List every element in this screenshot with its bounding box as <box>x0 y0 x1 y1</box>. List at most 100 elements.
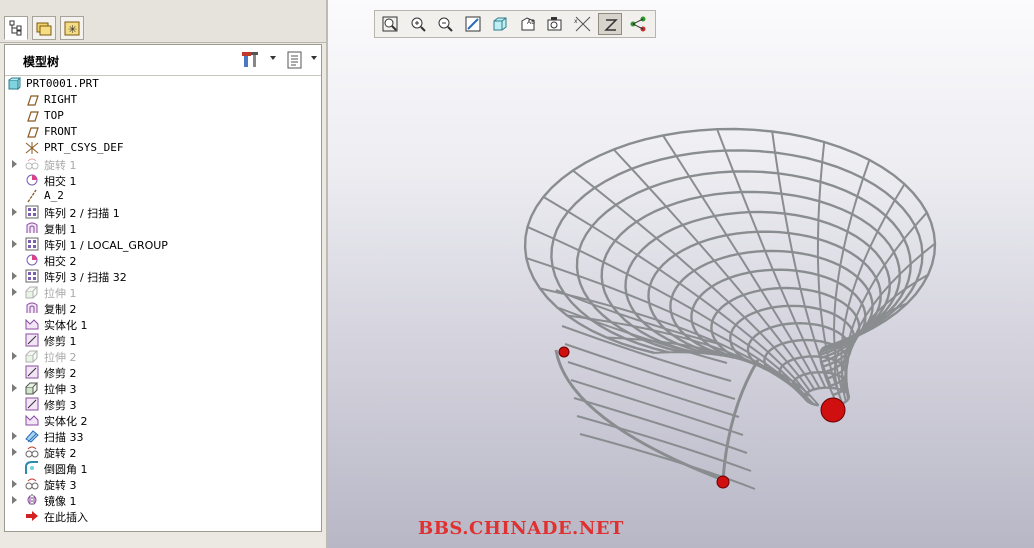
settings-tools-icon[interactable] <box>241 51 261 69</box>
tree-item[interactable]: 阵列 3 / 扫描 32 <box>5 268 321 284</box>
tree-item-label: 拉伸 3 <box>44 383 77 396</box>
tab-model-tree[interactable] <box>4 16 28 40</box>
tree-item[interactable]: PRT0001.PRT <box>5 76 321 92</box>
expand-arrow-icon[interactable] <box>12 496 17 504</box>
tree-item[interactable]: 复制 1 <box>5 220 321 236</box>
revolve-icon <box>25 446 39 458</box>
tree-item-label: 实体化 2 <box>44 415 88 428</box>
tab-favorites[interactable]: ✳ <box>60 16 84 40</box>
pattern-icon <box>25 269 39 283</box>
tree-item[interactable]: 修剪 1 <box>5 332 321 348</box>
tree-item[interactable]: 拉伸 3 <box>5 380 321 396</box>
tree-item[interactable]: 旋转 3 <box>5 476 321 492</box>
svg-text:✳: ✳ <box>68 23 77 36</box>
toolbar-button-repaint[interactable] <box>461 13 485 35</box>
model-tree-icon <box>9 20 22 36</box>
extrude-icon <box>25 382 39 395</box>
expand-arrow-icon[interactable] <box>12 272 17 280</box>
show-dropdown-caret[interactable] <box>311 56 317 60</box>
datum-plane-icon <box>27 127 39 138</box>
expand-arrow-icon[interactable] <box>12 448 17 456</box>
zoom-in-icon <box>411 17 426 32</box>
tree-item[interactable]: 相交 1 <box>5 172 321 188</box>
solidify-icon <box>25 318 39 330</box>
show-list-icon[interactable] <box>287 51 303 69</box>
datum-plane-icon <box>27 111 39 122</box>
expand-arrow-icon[interactable] <box>12 160 17 168</box>
extrude-icon <box>25 286 39 299</box>
tree-item-label: A_2 <box>44 189 64 202</box>
tree-item-label: 实体化 1 <box>44 319 88 332</box>
refit-icon <box>382 16 398 32</box>
model-tree-header: 模型树 <box>5 45 321 76</box>
toolbar-button-datum-display[interactable]: x <box>571 13 595 35</box>
tree-item[interactable]: 在此插入 <box>5 508 321 524</box>
tree-item[interactable]: 实体化 1 <box>5 316 321 332</box>
tree-item[interactable]: 阵列 2 / 扫描 1 <box>5 204 321 220</box>
tree-item-label: 阵列 2 / 扫描 1 <box>44 207 120 220</box>
tree-item-label: 修剪 1 <box>44 335 77 348</box>
wire-mesh <box>523 127 937 490</box>
expand-arrow-icon[interactable] <box>12 240 17 248</box>
pane-bottom-strip <box>0 532 326 548</box>
tree-item[interactable]: 拉伸 2 <box>5 348 321 364</box>
tree-item[interactable]: 实体化 2 <box>5 412 321 428</box>
tree-item-label: 修剪 2 <box>44 367 77 380</box>
toolbar-button-zoom-in[interactable] <box>406 13 430 35</box>
layers-icon <box>547 17 562 31</box>
model-tree-panel: 模型树 PRT0001.PRT RIGHT TOP FRONT PRT_CSYS_DEF… <box>4 44 322 532</box>
tree-item[interactable]: RIGHT <box>5 92 321 108</box>
tree-item[interactable]: 旋转 1 <box>5 156 321 172</box>
tree-item[interactable]: 阵列 1 / LOCAL_GROUP <box>5 236 321 252</box>
tree-item-label: 旋转 2 <box>44 447 77 460</box>
intersect-icon <box>26 174 38 186</box>
datum-plane-icon <box>27 95 39 106</box>
expand-arrow-icon[interactable] <box>12 384 17 392</box>
annotation-display-icon <box>630 16 645 32</box>
wire-flap-rib <box>573 397 748 454</box>
tree-item-label: 相交 1 <box>44 175 77 188</box>
zoom-out-icon <box>438 17 453 32</box>
tree-item[interactable]: FRONT <box>5 124 321 140</box>
tree-item[interactable]: 扫描 33 <box>5 428 321 444</box>
expand-arrow-icon[interactable] <box>12 432 17 440</box>
expand-arrow-icon[interactable] <box>12 352 17 360</box>
tree-item[interactable]: TOP <box>5 108 321 124</box>
tree-item[interactable]: 相交 2 <box>5 252 321 268</box>
panel-title: 模型树 <box>23 55 60 69</box>
svg-text:AB: AB <box>527 19 535 26</box>
saved-views-icon: AB <box>521 17 535 31</box>
tree-item[interactable]: 倒圆角 1 <box>5 460 321 476</box>
toolbar-button-shading[interactable] <box>488 13 512 35</box>
trim-icon <box>25 397 39 411</box>
datum-display-icon: x <box>574 16 590 32</box>
tree-item[interactable]: 拉伸 1 <box>5 284 321 300</box>
folder-stack-icon <box>36 22 52 36</box>
repaint-icon <box>465 16 480 32</box>
datum-axis-icon <box>27 189 37 203</box>
expand-arrow-icon[interactable] <box>12 288 17 296</box>
expand-arrow-icon[interactable] <box>12 480 17 488</box>
tree-item[interactable]: A_2 <box>5 188 321 204</box>
spin-center-icon <box>604 19 618 31</box>
graphics-viewport[interactable]: BBS.CHINADE.NET <box>328 0 1034 548</box>
tree-item[interactable]: 复制 2 <box>5 300 321 316</box>
tree-item[interactable]: 修剪 3 <box>5 396 321 412</box>
toolbar-button-layers[interactable] <box>543 13 567 35</box>
settings-dropdown-caret[interactable] <box>270 56 276 60</box>
tab-folder-browser[interactable] <box>32 16 56 40</box>
toolbar-button-saved-views[interactable]: AB <box>516 13 540 35</box>
sweep-icon <box>25 430 39 443</box>
csys-icon <box>25 142 39 154</box>
copy-icon <box>26 302 38 313</box>
tree-item[interactable]: PRT_CSYS_DEF <box>5 140 321 156</box>
expand-arrow-icon[interactable] <box>12 208 17 216</box>
toolbar-button-zoom-out[interactable] <box>433 13 457 35</box>
tree-item-label: 阵列 1 / LOCAL_GROUP <box>44 239 168 252</box>
toolbar-button-refit[interactable] <box>378 13 402 35</box>
toolbar-button-annotation-display[interactable] <box>626 13 650 35</box>
tree-item[interactable]: 镜像 1 <box>5 492 321 508</box>
tree-item[interactable]: 旋转 2 <box>5 444 321 460</box>
tree-item[interactable]: 修剪 2 <box>5 364 321 380</box>
toolbar-button-spin-center[interactable] <box>598 13 622 35</box>
